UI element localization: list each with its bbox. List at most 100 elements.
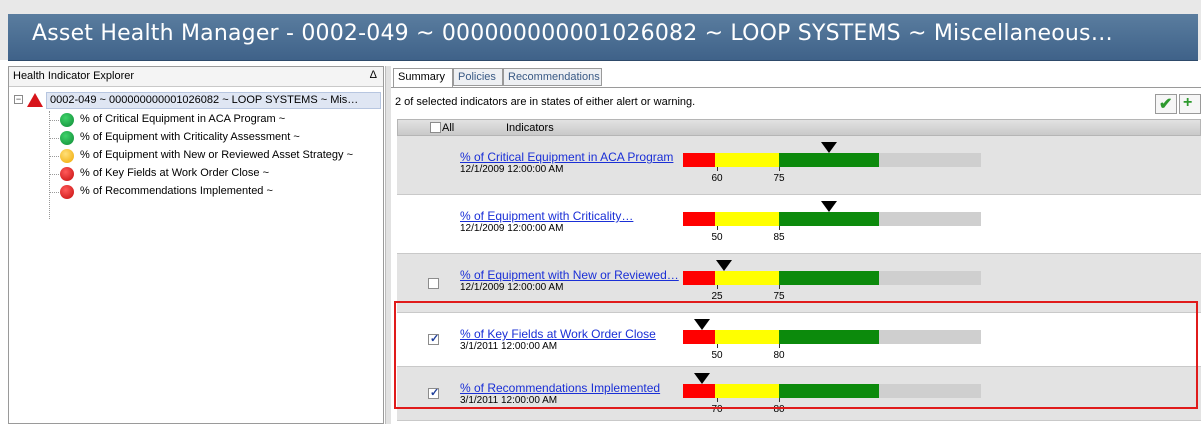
gauge-value-marker-icon (693, 373, 710, 384)
gauge-normal-zone (779, 271, 879, 285)
gauge-tick-label: 60 (711, 173, 723, 184)
indicator-link[interactable]: % of Equipment with New or Reviewed… (460, 268, 679, 282)
explorer-header: Health Indicator Explorer Δ (9, 67, 383, 87)
tree-connector (49, 156, 59, 157)
red-status-icon (60, 167, 74, 181)
gauge-tick (717, 398, 718, 402)
gauge-tick-label: 50 (711, 350, 723, 361)
indicators-column-header: Indicators (506, 122, 554, 134)
tree-item-label: % of Recommendations Implemented ~ (80, 185, 273, 197)
summary-panel: Summary Policies Recommendations 2 of se… (391, 66, 1201, 424)
collapse-icon[interactable]: − (14, 95, 23, 104)
gauge-tick-label: 50 (711, 232, 723, 243)
green-status-icon (60, 131, 74, 145)
tab-recommendations[interactable]: Recommendations (503, 68, 602, 86)
alert-triangle-icon (27, 93, 43, 107)
gauge-alert-zone (683, 271, 715, 285)
tree-connector (49, 174, 59, 175)
indicator-date: 12/1/2009 12:00:00 AM (460, 223, 564, 234)
yellow-status-icon (60, 149, 74, 163)
tree-item-label: % of Key Fields at Work Order Close ~ (80, 167, 270, 179)
gauge-warning-zone (715, 330, 779, 344)
gauge-tick-label: 85 (773, 232, 785, 243)
indicator-gauge: 50 80 (683, 319, 981, 361)
indicator-list-header: All Indicators (397, 119, 1201, 136)
indicator-date: 3/1/2011 12:00:00 AM (460, 395, 558, 406)
tree-item[interactable]: % of Key Fields at Work Order Close ~ (49, 165, 379, 183)
gauge-tick (779, 285, 780, 289)
all-label: All (442, 122, 455, 134)
indicator-gauge: 70 80 (683, 373, 981, 415)
indicator-row[interactable]: % of Equipment with New or Reviewed… 12/1… (397, 254, 1201, 313)
validate-button[interactable]: ✔ (1155, 94, 1177, 114)
tree-root-label[interactable]: 0002-049 ~ 000000000001026082 ~ LOOP SYS… (46, 92, 381, 109)
gauge-value-marker-icon (693, 319, 710, 330)
indicator-date: 3/1/2011 12:00:00 AM (460, 341, 558, 352)
gauge-tick (717, 167, 718, 171)
gauge-tick-label: 70 (711, 404, 723, 415)
gauge-alert-zone (683, 330, 715, 344)
health-indicator-explorer: Health Indicator Explorer Δ − 0002-049 ~… (8, 66, 384, 424)
tree-item[interactable]: % of Recommendations Implemented ~ (49, 183, 379, 201)
indicator-link[interactable]: % of Key Fields at Work Order Close (460, 327, 656, 341)
indicator-row[interactable]: % of Recommendations Implemented3/1/2011… (397, 367, 1201, 421)
gauge-tick-label: 80 (773, 404, 785, 415)
select-all-checkbox[interactable] (430, 122, 441, 133)
gauge-tick (779, 344, 780, 348)
gauge-warning-zone (715, 271, 779, 285)
tree-connector (49, 120, 59, 121)
tree-item-label: % of Critical Equipment in ACA Program ~ (80, 113, 286, 125)
indicator-link[interactable]: % of Equipment with Criticality… (460, 209, 633, 223)
explorer-title: Health Indicator Explorer (13, 70, 135, 82)
gauge-normal-zone (779, 212, 879, 226)
plus-icon: + (1183, 94, 1193, 111)
gauge-tick (717, 285, 718, 289)
indicator-row[interactable]: % of Equipment with Criticality… 12/1/200… (397, 195, 1201, 254)
indicator-link[interactable]: % of Recommendations Implemented (460, 381, 660, 395)
tree-item-label: % of Equipment with Criticality Assessme… (80, 131, 300, 143)
window-title: Asset Health Manager - 0002-049 ~ 000000… (32, 21, 1113, 46)
tab-summary[interactable]: Summary (393, 68, 453, 88)
gauge-alert-zone (683, 212, 715, 226)
green-status-icon (60, 113, 74, 127)
indicator-date: 12/1/2009 12:00:00 AM (460, 164, 564, 175)
tab-divider (391, 87, 1201, 88)
indicator-checkbox[interactable] (428, 277, 439, 289)
indicator-gauge: 60 75 (683, 142, 981, 184)
indicator-link[interactable]: % of Critical Equipment in ACA Program (460, 150, 673, 164)
add-button[interactable]: + (1179, 94, 1201, 114)
tree-connector (49, 138, 59, 139)
indicator-checkbox[interactable] (428, 386, 439, 399)
gauge-value-marker-icon (715, 260, 732, 271)
gauge-value-marker-icon (821, 201, 838, 212)
gauge-alert-zone (683, 153, 715, 167)
tree-item[interactable]: % of Critical Equipment in ACA Program ~ (49, 111, 379, 129)
indicator-gauge: 25 75 (683, 260, 981, 302)
gauge-tick (717, 226, 718, 230)
gauge-tick (779, 226, 780, 230)
tree-item[interactable]: % of Equipment with Criticality Assessme… (49, 129, 379, 147)
gauge-warning-zone (715, 384, 779, 398)
gauge-tick (717, 344, 718, 348)
indicator-row[interactable]: % of Critical Equipment in ACA Program 12… (397, 136, 1201, 195)
gauge-tick (779, 398, 780, 402)
tree-item[interactable]: % of Equipment with New or Reviewed Asse… (49, 147, 379, 165)
title-bar: Asset Health Manager - 0002-049 ~ 000000… (0, 0, 1201, 61)
red-status-icon (60, 185, 74, 199)
gauge-tick-label: 80 (773, 350, 785, 361)
gauge-normal-zone (779, 384, 879, 398)
gauge-warning-zone (715, 212, 779, 226)
tree-root-node[interactable]: − 0002-049 ~ 000000000001026082 ~ LOOP S… (13, 92, 381, 110)
gauge-warning-zone (715, 153, 779, 167)
indicator-row[interactable]: % of Key Fields at Work Order Close3/1/2… (397, 313, 1201, 367)
gauge-value-marker-icon (821, 142, 838, 153)
tree-connector (49, 192, 59, 193)
gauge-normal-zone (779, 330, 879, 344)
sort-icon[interactable]: Δ (370, 69, 377, 81)
tab-policies[interactable]: Policies (453, 68, 503, 86)
gauge-alert-zone (683, 384, 715, 398)
gauge-tick-label: 75 (773, 291, 785, 302)
indicator-gauge: 50 85 (683, 201, 981, 243)
indicator-checkbox[interactable] (428, 332, 439, 345)
gauge-tick-label: 75 (773, 173, 785, 184)
